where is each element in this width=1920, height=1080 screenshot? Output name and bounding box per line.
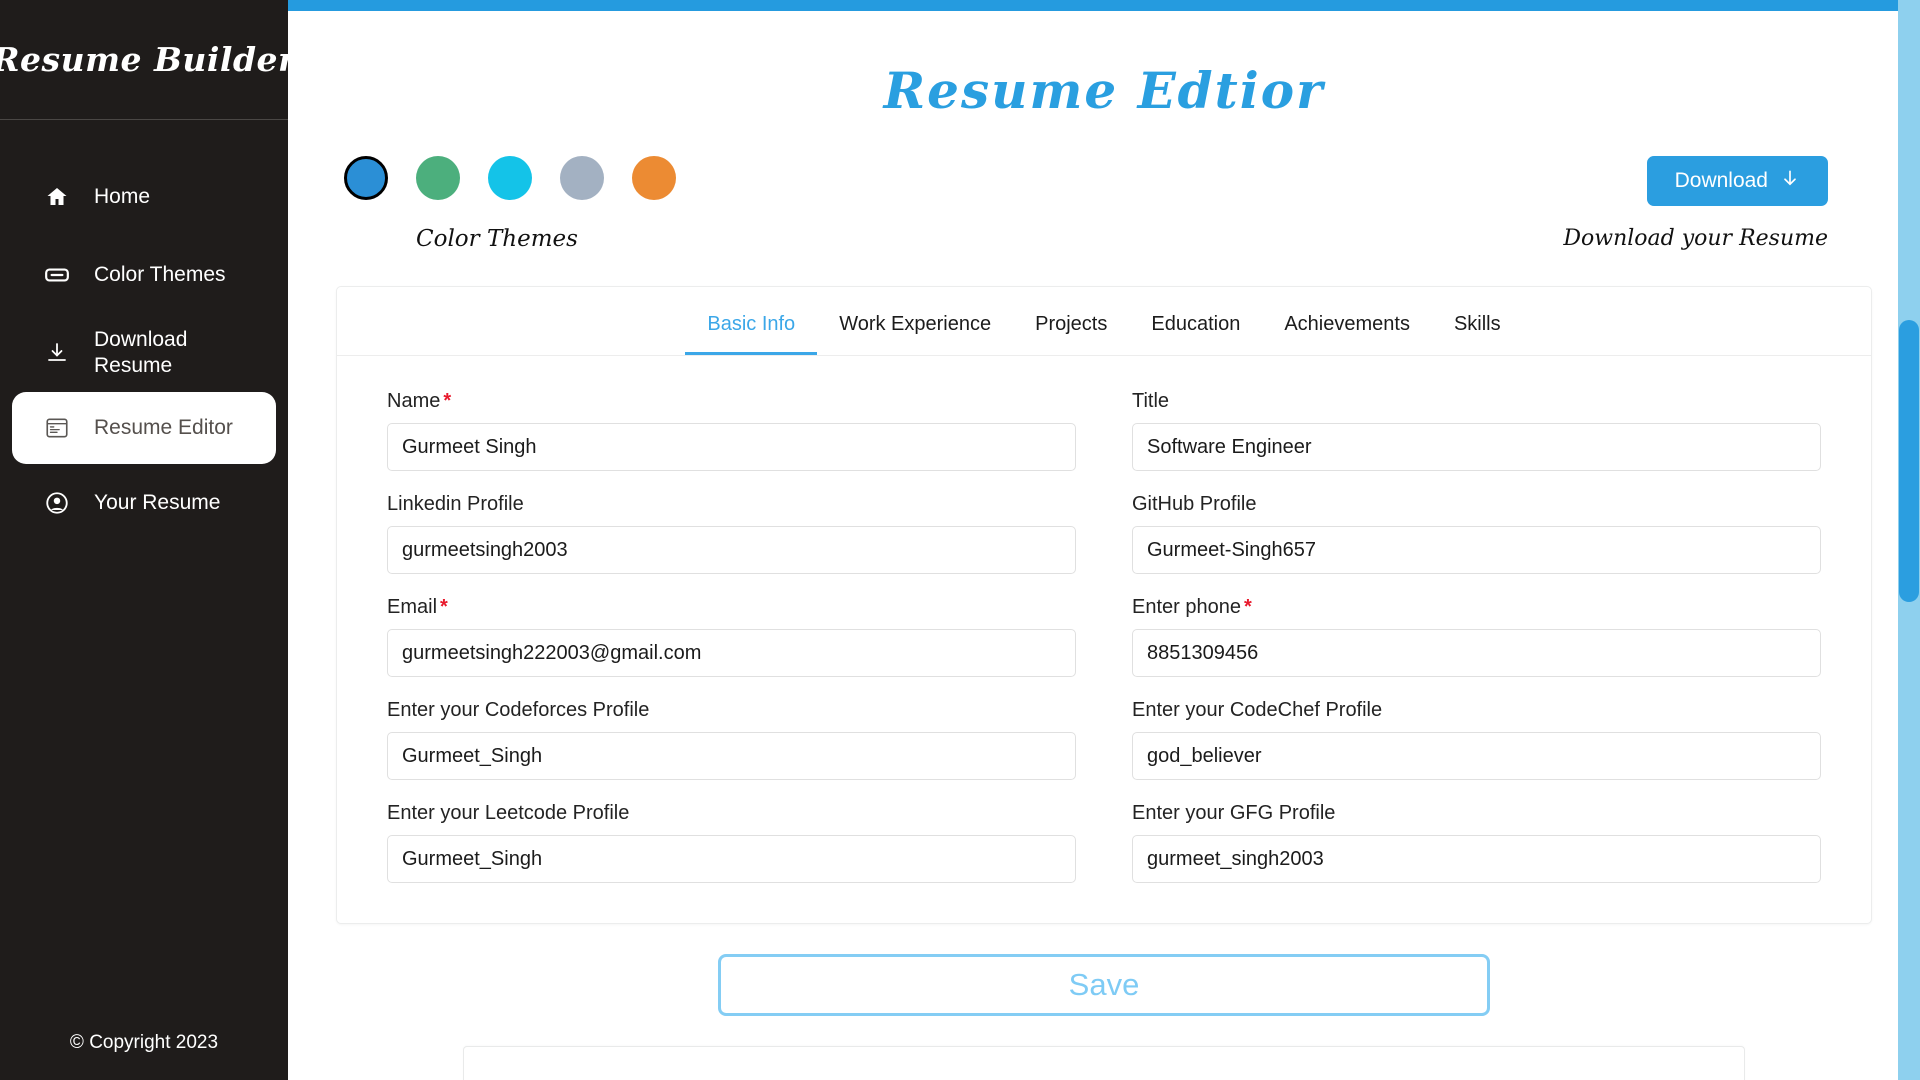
download-button[interactable]: Download xyxy=(1646,156,1828,206)
field-linkedin: Linkedin Profile xyxy=(371,481,1092,584)
tab-bar: Basic Info Work Experience Projects Educ… xyxy=(337,287,1871,356)
field-email: Email * xyxy=(371,584,1092,687)
sidebar-nav: Home Color Themes Download Resume Resume… xyxy=(0,158,288,542)
field-label: Enter your Leetcode Profile xyxy=(387,802,630,824)
field-label: Enter your GFG Profile xyxy=(1132,802,1336,824)
basic-info-form: Name* Title Linkedin Profile GitHub Prof… xyxy=(337,356,1871,923)
tab-education[interactable]: Education xyxy=(1129,295,1262,355)
field-github: GitHub Profile xyxy=(1116,481,1837,584)
brand-title: Resume Builder xyxy=(0,40,296,79)
copyright-text: © Copyright 2023 xyxy=(69,1032,219,1053)
field-title: Title xyxy=(1116,378,1837,481)
brand-header: Resume Builder xyxy=(0,0,295,120)
field-label: Email * xyxy=(387,596,1076,619)
field-label: Enter your Codeforces Profile xyxy=(387,699,650,721)
tab-skills[interactable]: Skills xyxy=(1432,295,1523,355)
color-swatch-cyan[interactable] xyxy=(488,156,532,200)
home-icon xyxy=(42,185,72,209)
required-marker: * xyxy=(443,390,452,412)
field-label: Title xyxy=(1132,390,1170,412)
tab-achievements[interactable]: Achievements xyxy=(1262,295,1432,355)
sidebar: Resume Builder Home Color Themes Downloa xyxy=(0,0,295,1080)
field-label: Enter your CodeChef Profile xyxy=(1132,699,1383,721)
sidebar-item-download-resume[interactable]: Download Resume xyxy=(0,314,288,392)
save-row: Save xyxy=(288,954,1920,1016)
sidebar-item-home[interactable]: Home xyxy=(0,158,288,236)
download-group: Download Download your Resume xyxy=(1563,156,1880,251)
top-accent-bar xyxy=(288,0,1920,11)
page-title: Resume Edtior xyxy=(883,61,1325,120)
scrollbar-thumb[interactable] xyxy=(1899,320,1919,602)
tab-work-experience[interactable]: Work Experience xyxy=(817,295,1013,355)
sidebar-item-your-resume[interactable]: Your Resume xyxy=(0,464,288,542)
download-caption: Download your Resume xyxy=(1563,226,1828,251)
sidebar-item-label: Home xyxy=(94,184,151,208)
codechef-input[interactable] xyxy=(1132,732,1821,780)
color-themes-group: Color Themes xyxy=(336,156,676,252)
gfg-input[interactable] xyxy=(1132,835,1821,883)
field-label: GitHub Profile xyxy=(1132,493,1257,515)
field-codechef: Enter your CodeChef Profile xyxy=(1116,687,1837,790)
sidebar-item-label: Color Themes xyxy=(94,262,226,286)
required-marker: * xyxy=(440,596,448,618)
sidebar-item-resume-editor[interactable]: Resume Editor xyxy=(12,392,276,464)
palette-icon xyxy=(42,262,72,288)
leetcode-input[interactable] xyxy=(387,835,1076,883)
label-text: Enter phone xyxy=(1132,596,1241,618)
color-swatch-green[interactable] xyxy=(416,156,460,200)
codeforces-input[interactable] xyxy=(387,732,1076,780)
name-input[interactable] xyxy=(387,423,1076,471)
field-name: Name * xyxy=(371,378,1092,481)
color-swatch-blue[interactable] xyxy=(344,156,388,200)
main-content: Resume Edtior Color Themes Download Down… xyxy=(288,0,1920,1080)
color-swatch-orange[interactable] xyxy=(632,156,676,200)
sidebar-item-label: Resume Editor xyxy=(94,415,233,439)
github-input[interactable] xyxy=(1132,526,1821,574)
user-circle-icon xyxy=(42,490,72,516)
label-text: Name xyxy=(387,390,441,412)
vertical-scrollbar[interactable] xyxy=(1898,0,1920,1080)
tab-projects[interactable]: Projects xyxy=(1013,295,1129,355)
app-root: Resume Builder Home Color Themes Downloa xyxy=(0,0,1920,1080)
color-swatch-slate[interactable] xyxy=(560,156,604,200)
field-label: Linkedin Profile xyxy=(387,493,524,515)
theme-and-download-row: Color Themes Download Download your Resu… xyxy=(288,156,1920,252)
editor-card: Basic Info Work Experience Projects Educ… xyxy=(336,286,1872,924)
tab-basic-info[interactable]: Basic Info xyxy=(685,295,818,355)
field-label: Enter phone * xyxy=(1132,596,1821,619)
download-arrow-icon xyxy=(1780,168,1800,194)
label-text: Email xyxy=(387,596,438,618)
linkedin-input[interactable] xyxy=(387,526,1076,574)
download-button-label: Download xyxy=(1674,169,1768,192)
color-swatch-list xyxy=(336,156,676,200)
field-leetcode: Enter your Leetcode Profile xyxy=(371,790,1092,893)
download-icon xyxy=(42,341,72,365)
field-label: Name * xyxy=(387,390,1076,413)
field-codeforces: Enter your Codeforces Profile xyxy=(371,687,1092,790)
color-themes-caption: Color Themes xyxy=(416,226,578,252)
required-marker: * xyxy=(1243,596,1252,618)
email-input[interactable] xyxy=(387,629,1076,677)
document-editor-icon xyxy=(42,415,72,441)
sidebar-item-label: Your Resume xyxy=(94,490,221,514)
field-gfg: Enter your GFG Profile xyxy=(1116,790,1837,893)
save-button[interactable]: Save xyxy=(718,954,1490,1016)
title-input[interactable] xyxy=(1132,423,1821,471)
phone-input[interactable] xyxy=(1132,629,1821,677)
field-phone: Enter phone * xyxy=(1116,584,1837,687)
preview-card-partial xyxy=(463,1046,1745,1080)
sidebar-item-color-themes[interactable]: Color Themes xyxy=(0,236,288,314)
sidebar-item-label: Download Resume xyxy=(94,327,188,377)
